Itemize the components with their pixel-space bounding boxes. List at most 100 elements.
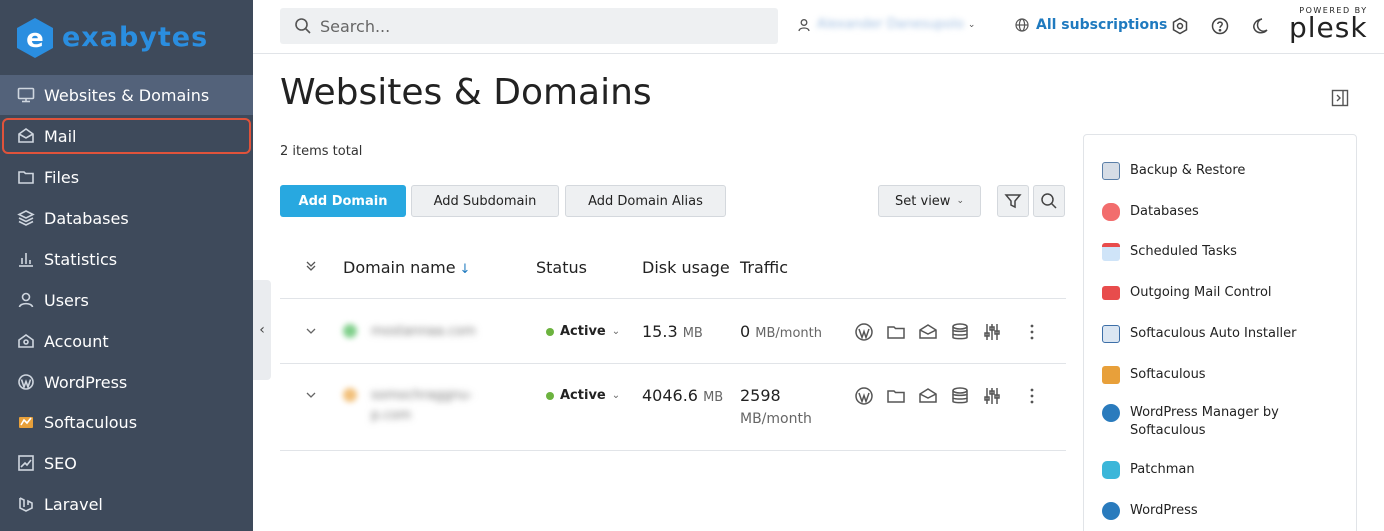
column-header-status[interactable]: Status: [536, 258, 587, 277]
all-subscriptions-link[interactable]: All subscriptions: [1015, 17, 1167, 33]
monitor-icon: [16, 85, 36, 105]
sidebar-item-label: Databases: [44, 208, 129, 228]
sidebar-item-databases[interactable]: Databases: [0, 198, 253, 238]
status-dropdown[interactable]: Active ⌄: [546, 324, 620, 339]
table-search-button[interactable]: [1033, 185, 1065, 217]
add-domain-alias-button[interactable]: Add Domain Alias: [565, 185, 726, 217]
globe-icon: [1015, 18, 1029, 32]
backup-icon: [1102, 162, 1120, 180]
row-actions: [854, 321, 1014, 343]
tool-label: WordPress: [1130, 503, 1198, 518]
traffic-value: 2598: [740, 386, 781, 405]
wordpress-icon: [1102, 502, 1120, 520]
disk-usage: 15.3 MB: [642, 322, 703, 341]
database-icon[interactable]: [950, 385, 982, 407]
folder-icon[interactable]: [886, 385, 918, 407]
tool-databases[interactable]: Databases: [1102, 203, 1199, 221]
more-options-icon[interactable]: [1029, 324, 1035, 340]
plesk-brand: POWERED BY plesk: [1289, 6, 1368, 42]
filter-button[interactable]: [997, 185, 1029, 217]
domain-name: somochraggnu- p.com: [371, 386, 473, 426]
brand-logo[interactable]: e exabytes: [0, 0, 253, 75]
mail-icon[interactable]: [918, 321, 950, 343]
tool-scheduled-tasks[interactable]: Scheduled Tasks: [1102, 243, 1237, 261]
row-actions: [854, 385, 1014, 407]
panel-toggle-icon[interactable]: [1331, 89, 1349, 107]
column-header-domain[interactable]: Domain name ↓: [343, 258, 470, 277]
user-menu[interactable]: Alexander Danesupolo ⌄: [797, 17, 975, 32]
chevron-down-icon: ⌄: [967, 19, 976, 30]
tool-softaculous-auto-installer[interactable]: Softaculous Auto Installer: [1102, 325, 1297, 343]
sidebar-item-users[interactable]: Users: [0, 280, 253, 320]
domain-name: mostannaa.com: [371, 324, 476, 339]
filter-icon: [1004, 194, 1022, 209]
wordpress-icon[interactable]: [854, 321, 886, 343]
folder-icon[interactable]: [886, 321, 918, 343]
tool-softaculous[interactable]: Softaculous: [1102, 366, 1206, 384]
expand-all-toggle[interactable]: [305, 258, 317, 277]
sidebar-item-label: Softaculous: [44, 412, 138, 432]
column-header-disk-usage[interactable]: Disk usage: [642, 258, 730, 277]
quick-tools-panel: Backup & Restore Databases Scheduled Tas…: [1083, 134, 1357, 531]
tool-outgoing-mail-control[interactable]: Outgoing Mail Control: [1102, 284, 1272, 302]
sidebar-item-seo[interactable]: SEO: [0, 443, 253, 483]
column-header-traffic[interactable]: Traffic: [740, 258, 788, 277]
settings-sliders-icon[interactable]: [982, 385, 1014, 407]
sidebar-item-websites-domains[interactable]: Websites & Domains: [0, 75, 253, 115]
seo-icon: [16, 453, 36, 473]
add-subdomain-button[interactable]: Add Subdomain: [411, 185, 559, 217]
sidebar-item-softaculous[interactable]: Softaculous: [0, 402, 253, 442]
status-dropdown[interactable]: Active ⌄: [546, 388, 620, 403]
help-icon[interactable]: [1210, 16, 1230, 36]
database-icon[interactable]: [950, 321, 982, 343]
sidebar-item-wordpress[interactable]: WordPress: [0, 362, 253, 402]
tool-wordpress-manager[interactable]: WordPress Manager by Softaculous: [1102, 404, 1302, 440]
search-icon: [295, 18, 311, 34]
search-box[interactable]: [280, 8, 778, 44]
tool-label: Backup & Restore: [1130, 163, 1246, 178]
extensions-icon[interactable]: [1170, 16, 1190, 36]
sidebar-item-label: Files: [44, 167, 80, 187]
settings-sliders-icon[interactable]: [982, 321, 1014, 343]
sidebar-item-mail[interactable]: Mail: [0, 116, 253, 156]
row-divider: [280, 363, 1066, 364]
softaculous-icon: [1102, 366, 1120, 384]
mail-icon[interactable]: [918, 385, 950, 407]
set-view-button[interactable]: Set view ⌄: [878, 185, 981, 217]
wordpress-icon[interactable]: [854, 385, 886, 407]
tool-wordpress[interactable]: WordPress: [1102, 502, 1198, 520]
tool-patchman[interactable]: Patchman: [1102, 461, 1195, 479]
sidebar-collapse-tab[interactable]: ‹: [253, 280, 271, 380]
row-expand-chevron-icon[interactable]: [305, 325, 319, 339]
sidebar-item-statistics[interactable]: Statistics: [0, 239, 253, 279]
svg-text:e: e: [26, 24, 44, 54]
user-icon: [798, 18, 810, 31]
row-expand-chevron-icon[interactable]: [305, 389, 319, 403]
row-divider: [280, 450, 1066, 451]
domain-name-link[interactable]: somochraggnu- p.com: [343, 386, 473, 426]
folder-icon: [16, 167, 36, 187]
domain-name-line: p.com: [371, 408, 412, 423]
sidebar-item-account[interactable]: Account: [0, 321, 253, 361]
sidebar-item-label: Laravel: [44, 494, 103, 514]
status-active-dot: [546, 327, 554, 336]
wordpress-icon: [1102, 404, 1120, 422]
chevron-left-icon: ‹: [259, 322, 265, 338]
favicon-icon: [343, 324, 357, 338]
disk-usage: 4046.6 MB: [642, 386, 723, 405]
sidebar-item-laravel[interactable]: Laravel: [0, 484, 253, 524]
database-icon: [1102, 203, 1120, 221]
tool-label: Outgoing Mail Control: [1130, 285, 1272, 300]
dark-mode-icon[interactable]: [1250, 16, 1270, 36]
bar-chart-icon: [16, 249, 36, 269]
search-input[interactable]: [320, 16, 740, 36]
tool-backup-restore[interactable]: Backup & Restore: [1102, 162, 1245, 180]
topbar: Alexander Danesupolo ⌄ All subscriptions…: [253, 0, 1384, 54]
set-view-label: Set view: [895, 193, 951, 209]
add-domain-button[interactable]: Add Domain: [280, 185, 406, 217]
domain-name-link[interactable]: mostannaa.com: [343, 322, 476, 342]
row-divider: [280, 298, 1066, 299]
chevron-down-icon: ⌄: [611, 390, 621, 401]
sidebar-item-files[interactable]: Files: [0, 157, 253, 197]
more-options-icon[interactable]: [1029, 388, 1035, 404]
